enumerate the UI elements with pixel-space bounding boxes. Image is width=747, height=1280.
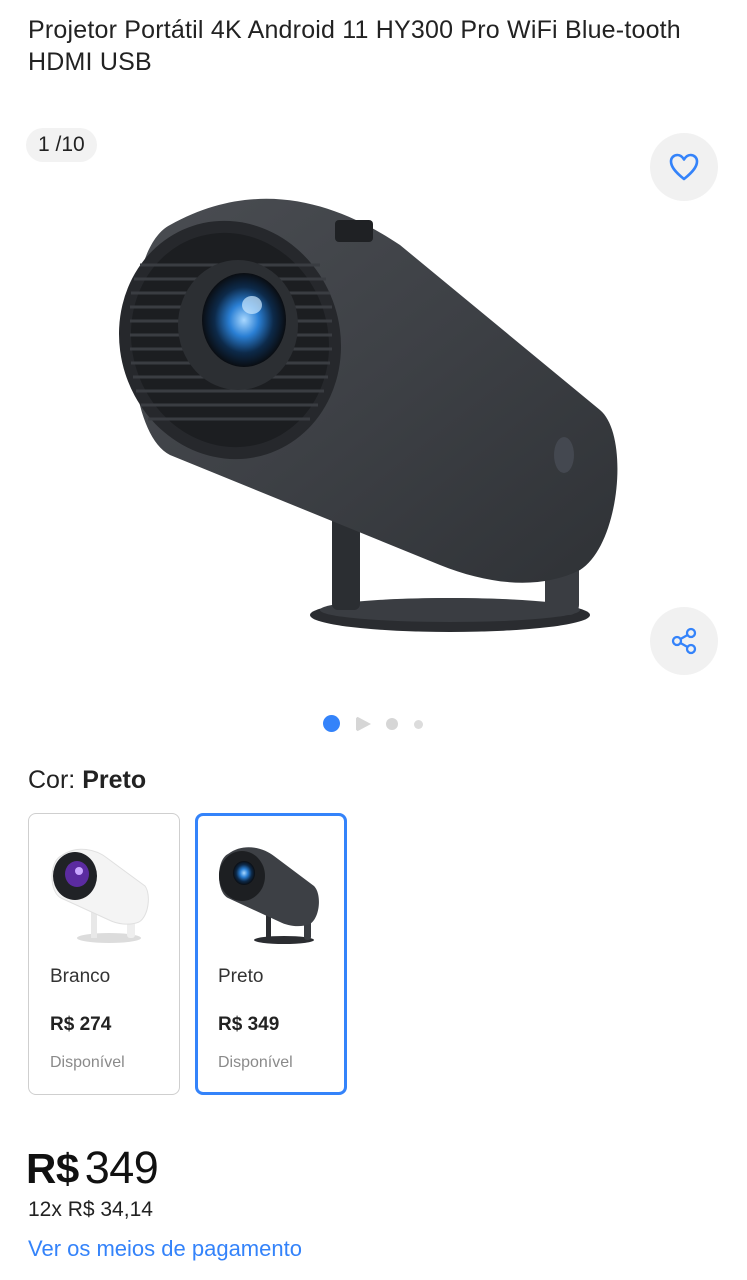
pagination-dot[interactable] — [414, 720, 423, 729]
product-image[interactable] — [110, 165, 640, 645]
video-play-icon[interactable] — [354, 715, 372, 733]
product-gallery[interactable]: 1 /10 — [0, 120, 747, 700]
variant-name: Branco — [50, 966, 111, 987]
price-amount: 349 — [84, 1142, 159, 1193]
share-button[interactable] — [650, 607, 718, 675]
variant-thumbnail-branco — [51, 848, 149, 943]
variant-price: R$ 274 — [50, 1014, 112, 1035]
product-title: Projetor Portátil 4K Android 11 HY300 Pr… — [28, 16, 681, 76]
pagination-dot-active[interactable] — [323, 715, 340, 732]
pagination-dot[interactable] — [386, 718, 398, 730]
image-counter: 1 /10 — [26, 128, 97, 162]
color-selector-label: Cor: Preto — [28, 766, 146, 795]
variant-name: Preto — [218, 966, 264, 987]
variant-card-branco[interactable]: Branco R$ 274 Disponível — [28, 813, 180, 1095]
favorite-button[interactable] — [650, 133, 718, 201]
product-price: R$ 349 — [26, 1142, 159, 1194]
selected-color-name: Preto — [82, 766, 147, 794]
price-currency: R$ — [26, 1145, 79, 1192]
installments-text: 12x R$ 34,14 — [28, 1198, 153, 1221]
variant-availability: Disponível — [50, 1054, 125, 1071]
payment-methods-link[interactable]: Ver os meios de pagamento — [28, 1236, 302, 1262]
variant-thumbnail-preto — [219, 847, 319, 944]
variant-availability: Disponível — [218, 1054, 293, 1071]
color-label-prefix: Cor: — [28, 766, 76, 794]
gallery-pagination — [0, 714, 747, 734]
heart-icon — [669, 153, 699, 181]
variant-price: R$ 349 — [218, 1014, 280, 1035]
variant-card-preto[interactable]: Preto R$ 349 Disponível — [195, 813, 347, 1095]
share-icon — [671, 627, 697, 655]
